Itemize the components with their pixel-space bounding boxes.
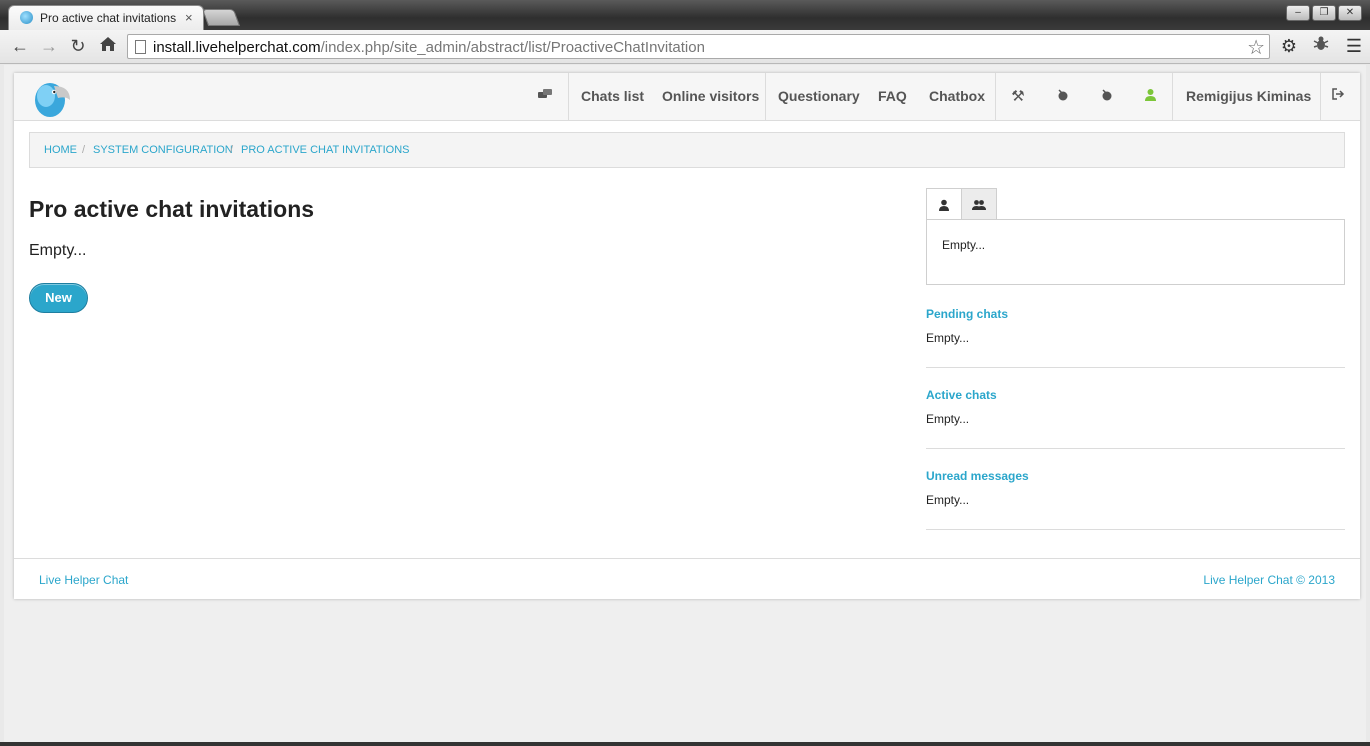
mouse-icon[interactable] [1050,73,1074,120]
nav-divider [1320,73,1321,120]
logout-icon[interactable] [1326,73,1350,120]
pending-chats-empty: Empty... [926,331,970,345]
active-chats-title[interactable]: Active chats [926,388,997,402]
user-online-icon[interactable] [1138,73,1162,120]
restore-icon[interactable]: ❐ [1312,5,1336,21]
nav-divider [765,73,766,120]
active-chats-empty: Empty... [926,412,970,426]
page-viewport: Chats list Online visitors Questionary F… [4,65,1366,742]
os-taskbar [0,742,1370,746]
bug-icon[interactable] [1310,35,1332,57]
breadcrumb-system-configuration[interactable]: System configuration [93,144,233,156]
reload-icon[interactable]: ↻ [67,35,89,57]
nav-chats-list[interactable]: Chats list [581,73,644,120]
page-title: Pro active chat invitations [29,196,315,222]
forward-arrow-icon[interactable]: → [38,35,60,57]
close-tab-icon[interactable]: × [185,10,193,25]
breadcrumb-separator: / [82,144,86,156]
new-button[interactable]: New [29,283,88,313]
close-window-icon[interactable]: ✕ [1338,5,1362,21]
app-container: Chats list Online visitors Questionary F… [14,73,1360,599]
gear-icon[interactable]: ⚙ [1278,35,1300,57]
star-icon[interactable]: ☆ [1247,35,1265,60]
top-navigation: Chats list Online visitors Questionary F… [14,73,1360,121]
footer-link-left[interactable]: Live Helper Chat [39,573,128,587]
pending-chats-title[interactable]: Pending chats [926,307,1008,321]
section-divider [926,529,1345,530]
nav-chatbox[interactable]: Chatbox [929,73,985,120]
nav-user-name[interactable]: Remigijus Kiminas [1186,73,1311,120]
chat-bubbles-icon[interactable] [533,73,557,120]
footer-copyright[interactable]: Live Helper Chat © 2013 [1203,573,1335,587]
nav-online-visitors[interactable]: Online visitors [662,73,759,120]
address-bar[interactable]: install.livehelperchat.com/index.php/sit… [127,34,1270,59]
breadcrumb-home[interactable]: Home [44,144,77,156]
nav-faq[interactable]: FAQ [878,73,907,120]
browser-tab[interactable]: Pro active chat invitations × [8,5,204,30]
home-icon[interactable] [97,35,119,57]
parrot-favicon-icon [20,11,33,24]
nav-divider [568,73,569,120]
sidebar-tab-panel: Empty... [926,219,1345,285]
window-controls: – ❐ ✕ [1286,5,1362,21]
breadcrumb-current[interactable]: Pro active chat invitations [241,144,410,156]
breadcrumb: Home / System configuration / Pro active… [29,132,1345,168]
unread-messages-empty: Empty... [926,493,970,507]
browser-titlebar: Pro active chat invitations × – ❐ ✕ [0,0,1370,30]
parrot-logo-icon[interactable] [32,78,72,118]
nav-questionary[interactable]: Questionary [778,73,860,120]
url-text: install.livehelperchat.com/index.php/sit… [153,39,705,56]
new-tab-button[interactable] [201,9,241,26]
tab-operators[interactable] [961,188,997,220]
nav-divider [995,73,996,120]
mouse-settings-icon[interactable] [1094,73,1118,120]
minimize-icon[interactable]: – [1286,5,1310,21]
footer: Live Helper Chat Live Helper Chat © 2013 [14,558,1360,599]
tab-my-chats[interactable] [926,188,962,220]
page-icon [135,40,146,54]
browser-toolbar: ← → ↻ install.livehelperchat.com/index.p… [0,30,1370,64]
unread-messages-title[interactable]: Unread messages [926,469,1029,483]
tools-icon[interactable]: ⚒ [1006,73,1030,120]
tab-panel-empty-text: Empty... [942,238,986,252]
nav-divider [1172,73,1173,120]
empty-list-text: Empty... [29,242,87,259]
section-divider [926,448,1345,449]
back-arrow-icon[interactable]: ← [9,35,31,57]
tab-title: Pro active chat invitations [40,11,177,25]
breadcrumb-separator: / [230,144,234,156]
section-divider [926,367,1345,368]
menu-icon[interactable]: ☰ [1343,35,1365,57]
